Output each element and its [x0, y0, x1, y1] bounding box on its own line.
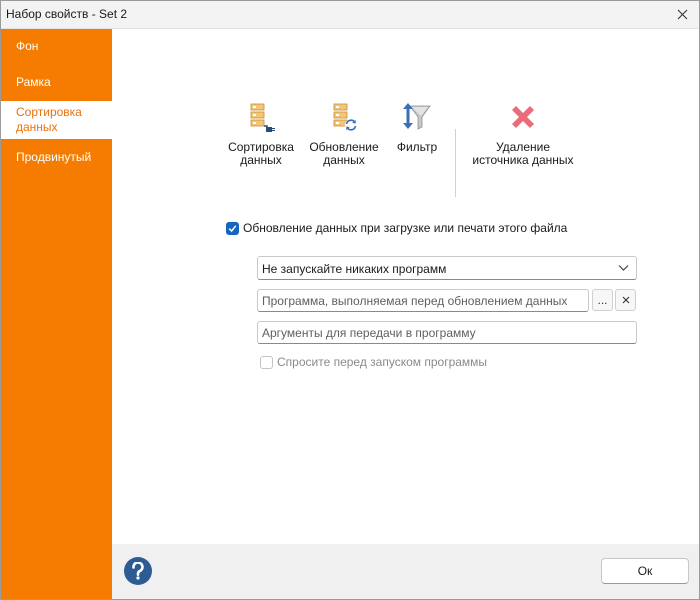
program-path-input[interactable]: [258, 290, 588, 311]
properties-dialog: Набор свойств - Set 2 Фон Рамка Сортиров…: [0, 0, 700, 600]
sidebar-item-sort-data[interactable]: Сортировка данных: [1, 101, 112, 139]
refresh-on-load-row[interactable]: Обновление данных при загрузке или печат…: [226, 221, 567, 235]
ok-label: Ок: [637, 564, 653, 578]
help-button[interactable]: [124, 557, 152, 585]
sort-data-button[interactable]: Сортировка данных: [226, 101, 296, 167]
close-button[interactable]: [665, 1, 699, 28]
sidebar-item-label: Фон: [16, 39, 39, 53]
checkmark-icon: [228, 224, 237, 232]
clear-icon: [622, 296, 629, 304]
arguments-field[interactable]: [257, 321, 637, 344]
refresh-data-icon: [333, 103, 357, 131]
program-select[interactable]: Не запускайте никаких программ: [257, 256, 637, 280]
chevron-down-icon: [618, 265, 629, 271]
refresh-on-load-checkbox[interactable]: [226, 221, 239, 235]
ask-before-label: Спросите перед запуском программы: [277, 355, 488, 369]
filter-button[interactable]: Фильтр: [394, 101, 440, 154]
sidebar-item-label: данных: [16, 120, 58, 134]
sort-data-icon: [250, 103, 275, 132]
toolbar-separator: [455, 129, 456, 197]
browse-label: ...: [597, 293, 608, 307]
remove-label-line2: источника данных: [472, 153, 574, 167]
sidebar-item-label: Сортировка: [16, 105, 82, 119]
filter-icon: [403, 103, 431, 130]
question-mark-icon: [132, 562, 144, 580]
sidebar-item-background[interactable]: Фон: [1, 29, 112, 65]
sidebar-item-advanced[interactable]: Продвинутый: [1, 139, 112, 175]
sidebar: Фон Рамка Сортировка данных Продвинутый: [1, 29, 112, 599]
ask-before-row[interactable]: Спросите перед запуском программы: [260, 355, 487, 369]
refresh-data-label-line2: данных: [323, 153, 365, 167]
refresh-data-button[interactable]: Обновление данных: [308, 101, 380, 167]
remove-data-source-button[interactable]: Удаление источника данных: [468, 101, 578, 167]
browse-button[interactable]: ...: [592, 289, 613, 311]
clear-program-button[interactable]: [615, 289, 636, 311]
title-bar: Набор свойств - Set 2: [1, 1, 699, 29]
sidebar-item-label: Продвинутый: [16, 150, 92, 164]
sidebar-item-label: Рамка: [16, 75, 51, 89]
ask-before-checkbox[interactable]: [260, 355, 273, 369]
close-icon: [677, 9, 687, 20]
delete-x-icon: [512, 106, 534, 128]
sort-data-label-line2: данных: [240, 153, 282, 167]
ok-button[interactable]: Ок: [601, 558, 689, 584]
sidebar-item-border[interactable]: Рамка: [1, 65, 112, 101]
filter-label: Фильтр: [396, 140, 438, 154]
arguments-input[interactable]: [258, 322, 636, 343]
program-path-field[interactable]: [257, 289, 589, 312]
program-select-value: Не запускайте никаких программ: [262, 262, 447, 276]
window-title: Набор свойств - Set 2: [6, 7, 128, 21]
refresh-on-load-label: Обновление данных при загрузке или печат…: [243, 221, 568, 235]
